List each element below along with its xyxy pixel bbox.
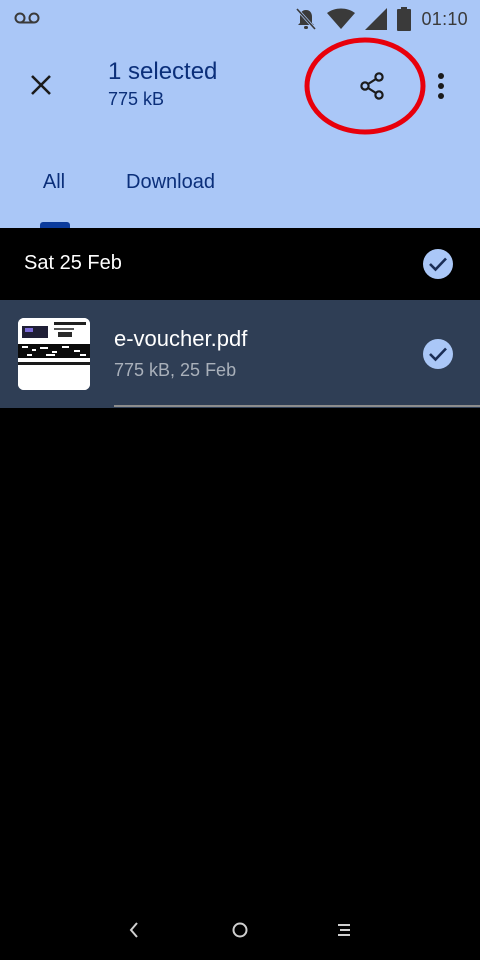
selection-title-block: 1 selected 775 kB (108, 58, 217, 111)
voicemail-icon (14, 12, 40, 24)
status-bar: 01:10 (0, 0, 480, 36)
close-icon (31, 75, 51, 95)
nav-home-button[interactable] (220, 910, 260, 950)
battery-icon (397, 7, 412, 31)
signal-icon (365, 8, 388, 30)
back-icon (129, 922, 138, 938)
share-button[interactable] (350, 64, 394, 108)
date-group-header: Sat 25 Feb (0, 228, 480, 300)
file-selected-checkbox[interactable] (423, 339, 453, 369)
tab-all[interactable]: All (26, 160, 82, 204)
file-name: e-voucher.pdf (114, 326, 248, 351)
file-meta: 775 kB, 25 Feb (114, 360, 237, 380)
system-nav-bar (0, 900, 480, 960)
date-group-label: Sat 25 Feb (24, 252, 122, 274)
notifications-off-icon (296, 7, 317, 31)
pdf-thumbnail (18, 318, 90, 390)
tab-download[interactable]: Download (112, 160, 229, 204)
more-vert-icon (438, 73, 444, 99)
row-divider (114, 405, 480, 407)
selection-size: 775 kB (108, 89, 165, 109)
files-screen: 01:10 1 selected 775 kB All Download Sat… (0, 0, 480, 960)
selection-count: 1 selected (108, 58, 218, 85)
date-group-select-all[interactable] (423, 249, 453, 279)
check-icon (429, 347, 447, 362)
list-item[interactable]: e-voucher.pdf 775 kB, 25 Feb (0, 300, 480, 408)
nav-back-button[interactable] (114, 910, 154, 950)
document-preview-image (18, 318, 90, 390)
status-time: 01:10 (421, 8, 468, 29)
close-selection-button[interactable] (18, 62, 64, 108)
check-icon (429, 257, 447, 272)
share-icon (360, 72, 384, 100)
recents-icon (338, 924, 350, 936)
nav-recents-button[interactable] (324, 910, 364, 950)
wifi-icon (327, 8, 356, 29)
selection-app-bar: 01:10 1 selected 775 kB All Download (0, 0, 480, 228)
more-options-button[interactable] (426, 64, 456, 108)
home-icon (232, 922, 248, 938)
